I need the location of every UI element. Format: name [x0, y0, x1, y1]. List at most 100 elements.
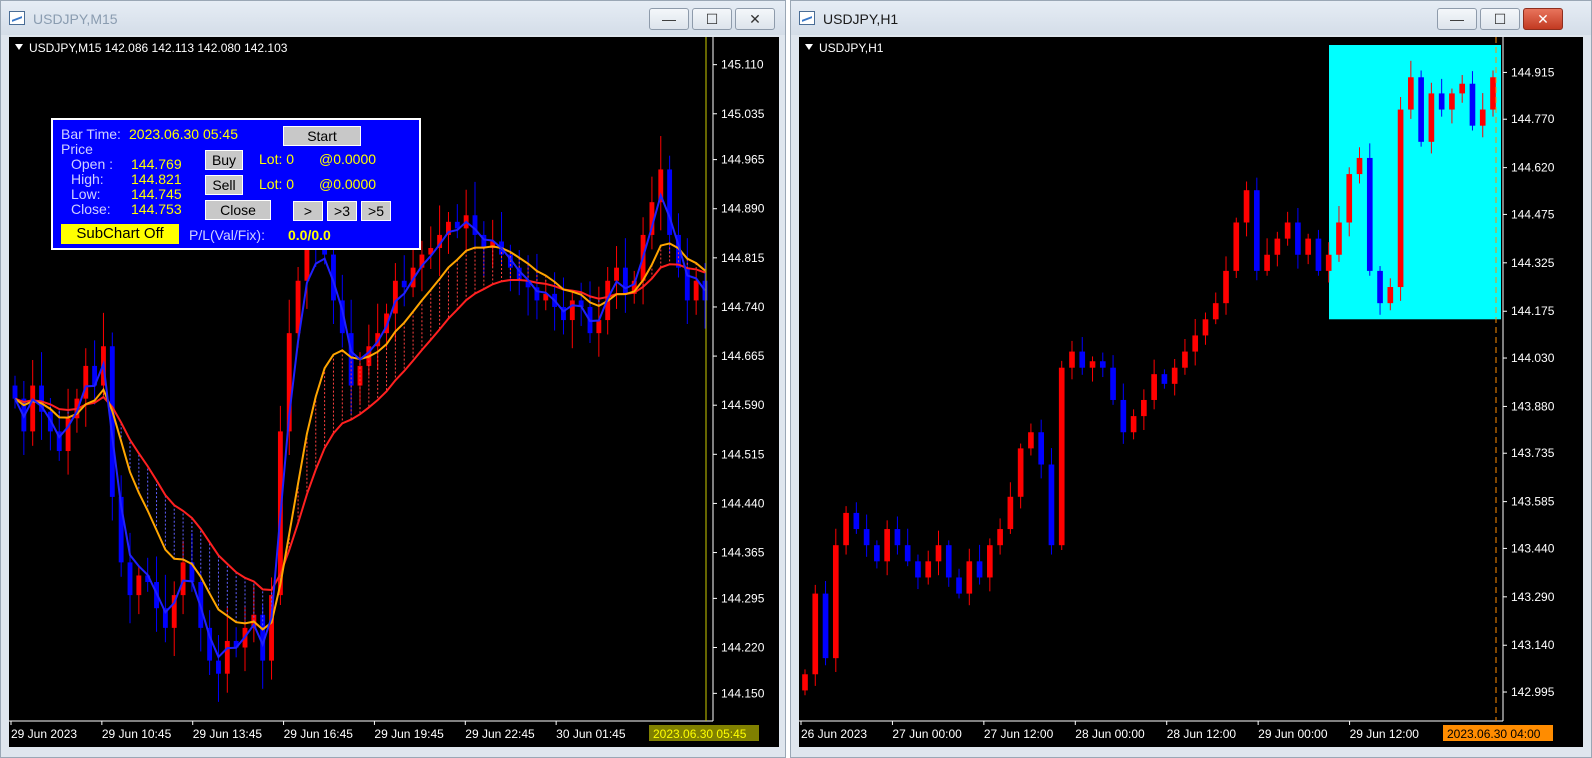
candle-bull — [802, 674, 808, 691]
maximize-button[interactable]: ☐ — [1480, 8, 1520, 30]
candle-bull — [1233, 222, 1240, 271]
price-tick-label: 144.915 — [1511, 65, 1555, 79]
window-title: USDJPY,H1 — [823, 11, 899, 27]
candle-bear — [822, 593, 829, 659]
candle-bull — [1212, 303, 1219, 320]
candle-bear — [1366, 157, 1373, 271]
price-tick-label: 145.110 — [721, 58, 764, 72]
step-5-button[interactable]: >5 — [361, 201, 391, 221]
chart-window-icon — [9, 11, 25, 25]
time-tick-label: 29 Jun 12:00 — [1350, 727, 1420, 741]
price-tick-label: 144.440 — [721, 496, 765, 510]
candle-bear — [956, 577, 962, 594]
candle-bull — [1069, 351, 1075, 368]
price-tick-label: 143.440 — [1511, 541, 1555, 555]
title-bar[interactable]: USDJPY,M15 — ☐ ✕ — [1, 1, 785, 35]
candle-bull — [1141, 399, 1147, 417]
time-tick-label: 29 Jun 2023 — [11, 727, 77, 741]
candle-bull — [987, 545, 993, 578]
trade-control-panel[interactable]: Bar Time: 2023.06.30 05:45 Start Price O… — [51, 118, 421, 250]
price-tick-label: 143.140 — [1511, 638, 1555, 652]
symbol-ohlc-text: USDJPY,M15 142.086 142.113 142.080 142.1… — [29, 41, 288, 55]
price-tick-label: 144.295 — [721, 591, 765, 605]
time-tick-label: 28 Jun 00:00 — [1075, 727, 1145, 741]
candle-bull — [1284, 222, 1291, 239]
candle-bull — [1243, 190, 1250, 223]
buy-lot-text: Lot: 0 — [259, 151, 295, 167]
price-tick-label: 144.815 — [721, 251, 765, 265]
close-value: 144.753 — [131, 201, 182, 217]
candle-bear — [1469, 83, 1476, 126]
candle-bull — [136, 575, 142, 596]
sell-price-text: @0.0000 — [319, 176, 377, 192]
pl-label: P/L(Val/Fix): — [189, 227, 265, 243]
current-time-label: 2023.06.30 05:45 — [653, 727, 747, 741]
candle-bear — [1253, 190, 1260, 271]
price-chart-h1[interactable]: 144.915 144.770 144.620 144.475 144.325 144.1… — [799, 37, 1583, 747]
candle-bull — [1397, 109, 1404, 288]
candle-bull — [843, 512, 849, 546]
chart-window-icon — [799, 11, 815, 25]
chart-menu-triangle-icon[interactable] — [805, 44, 813, 50]
candle-bear — [12, 385, 18, 399]
chart-area-m15[interactable]: 145.110 145.035 144.965 144.890 144.815 144.7… — [9, 37, 779, 747]
chart-menu-triangle-icon[interactable] — [15, 44, 23, 50]
chart-symbol-label: USDJPY,M15 142.086 142.113 142.080 142.1… — [15, 41, 287, 55]
low-label: Low: — [71, 186, 101, 202]
price-tick-label: 142.995 — [1511, 685, 1555, 699]
close-button[interactable]: ✕ — [1523, 8, 1563, 30]
time-tick-label: 29 Jun 13:45 — [193, 727, 263, 741]
symbol-text: USDJPY,H1 — [819, 41, 884, 55]
time-tick-label: 29 Jun 22:45 — [465, 727, 535, 741]
step-3-button[interactable]: >3 — [327, 201, 357, 221]
chart-window-m15[interactable]: USDJPY,M15 — ☐ ✕ 145.110 145.035 144.965 14… — [0, 0, 786, 758]
close-position-button[interactable]: Close — [205, 200, 271, 220]
price-tick-label: 144.620 — [1511, 161, 1555, 175]
candle-bear — [904, 545, 911, 562]
candle-bull — [569, 300, 575, 321]
candle-bull — [693, 280, 699, 301]
candle-bull — [1490, 77, 1496, 110]
candle-bull — [1223, 270, 1229, 304]
candle-bull — [1428, 93, 1435, 142]
title-bar[interactable]: USDJPY,H1 — ☐ ✕ — [791, 1, 1591, 35]
subchart-toggle-button[interactable]: SubChart Off — [61, 224, 179, 244]
step-1-button[interactable]: > — [293, 201, 323, 221]
high-label: High: — [71, 171, 104, 187]
close-button[interactable]: ✕ — [735, 8, 775, 30]
chart-area-h1[interactable]: 144.915 144.770 144.620 144.475 144.325 144.1… — [799, 37, 1583, 747]
candle-bull — [180, 562, 186, 596]
price-tick-label: 143.585 — [1511, 495, 1555, 509]
price-tick-label: 144.175 — [1511, 304, 1555, 318]
price-tick-label: 145.035 — [721, 107, 765, 121]
candle-bull — [1264, 254, 1270, 271]
start-button[interactable]: Start — [283, 126, 361, 146]
buy-price-text: @0.0000 — [319, 151, 377, 167]
price-tick-label: 144.030 — [1511, 351, 1555, 365]
candle-bull — [925, 561, 932, 578]
low-value: 144.745 — [131, 186, 182, 202]
candle-bear — [1038, 432, 1045, 465]
candle-bear — [1377, 270, 1383, 304]
candle-bear — [1418, 77, 1424, 142]
minimize-button[interactable]: — — [649, 8, 689, 30]
chart-symbol-label: USDJPY,H1 — [805, 41, 883, 55]
maximize-button[interactable]: ☐ — [692, 8, 732, 30]
candle-bull — [1459, 83, 1466, 94]
buy-button[interactable]: Buy — [205, 150, 243, 170]
price-tick-label: 143.880 — [1511, 399, 1555, 413]
minimize-button[interactable]: — — [1437, 8, 1477, 30]
price-tick-label: 144.965 — [721, 153, 765, 167]
price-tick-label: 144.325 — [1511, 256, 1555, 270]
candle-bull — [1130, 416, 1137, 433]
time-tick-label: 29 Jun 10:45 — [102, 727, 172, 741]
candle-bear — [1438, 93, 1445, 110]
candle-bear — [1048, 464, 1055, 546]
pl-value: 0.0/0.0 — [288, 227, 331, 243]
candle-bull — [1305, 238, 1311, 255]
candle-bear — [622, 267, 628, 294]
chart-window-h1[interactable]: USDJPY,H1 — ☐ ✕ 144.915 144.770 144.620 144… — [790, 0, 1592, 758]
price-tick-label: 144.770 — [1511, 112, 1555, 126]
candle-bear — [863, 529, 870, 546]
sell-button[interactable]: Sell — [205, 175, 243, 195]
